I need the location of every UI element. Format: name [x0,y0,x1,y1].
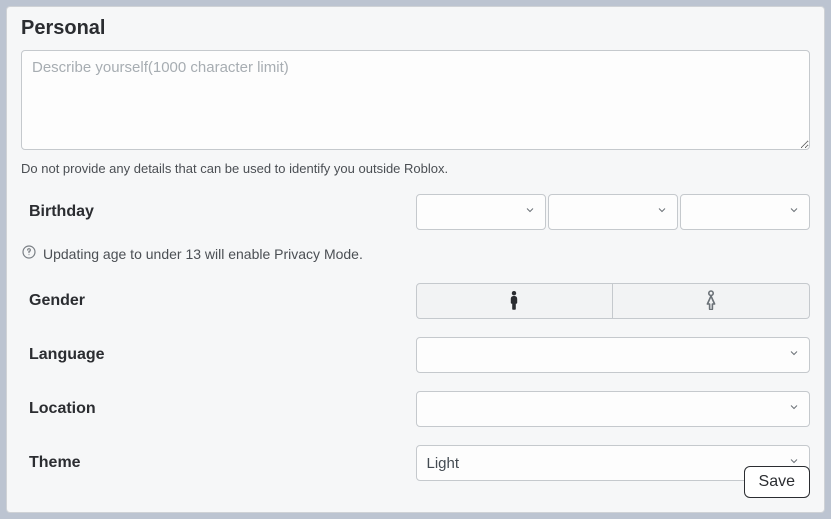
language-label: Language [21,346,416,364]
gender-male-button[interactable] [416,283,614,319]
location-select[interactable] [416,391,811,427]
birthday-note-text: Updating age to under 13 will enable Pri… [43,246,363,262]
gender-label: Gender [21,292,416,310]
language-row: Language [21,337,810,373]
female-icon [703,290,719,313]
birthday-year-select[interactable] [680,194,810,230]
language-select[interactable] [416,337,811,373]
location-row: Location [21,391,810,427]
birthday-month-select[interactable] [416,194,546,230]
birthday-row: Birthday [21,194,810,230]
section-title: Personal [21,17,810,40]
birthday-label: Birthday [21,203,416,221]
personal-settings-panel: Personal Do not provide any details that… [6,6,825,513]
gender-female-button[interactable] [613,283,810,319]
birthday-day-select[interactable] [548,194,678,230]
privacy-warning-text: Do not provide any details that can be u… [21,161,810,176]
theme-label: Theme [21,454,416,472]
location-label: Location [21,400,416,418]
info-icon [21,244,37,263]
theme-row: Theme Light [21,445,810,481]
save-button[interactable]: Save [744,466,810,498]
birthday-note: Updating age to under 13 will enable Pri… [21,244,810,263]
gender-row: Gender [21,283,810,319]
male-icon [506,290,522,313]
description-textarea[interactable] [21,50,810,150]
